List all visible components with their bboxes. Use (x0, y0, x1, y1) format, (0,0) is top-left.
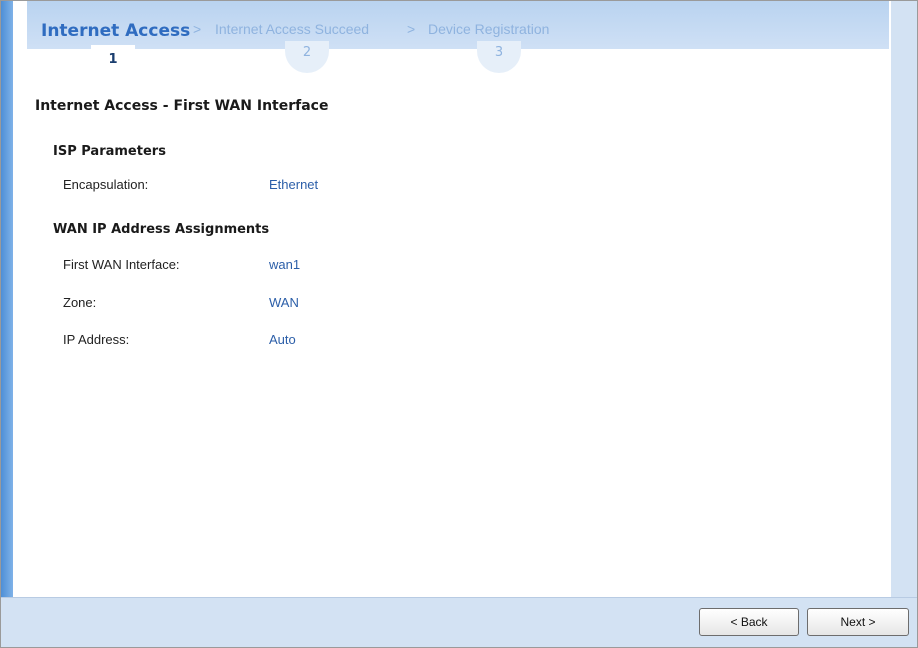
encapsulation-label: Encapsulation: (63, 177, 149, 192)
wizard-footer: < Back Next > (1, 597, 917, 647)
step-2-label: Internet Access Succeed (215, 21, 370, 37)
page-title: Internet Access - First WAN Interface (35, 98, 329, 114)
wizard-window: 1 2 3 Internet Access > Internet Access … (0, 0, 918, 648)
step-3-indicator: 3 (477, 41, 521, 73)
isp-parameters-heading: ISP Parameters (53, 144, 166, 159)
left-accent-bar (1, 1, 13, 597)
wan-ip-heading: WAN IP Address Assignments (53, 222, 270, 237)
step-1-label: Internet Access (41, 21, 191, 41)
back-button[interactable]: < Back (699, 608, 799, 636)
next-button[interactable]: Next > (807, 608, 909, 636)
first-wan-value: wan1 (269, 257, 301, 272)
step-2-indicator: 2 (285, 41, 329, 73)
step-1-indicator: 1 (91, 45, 135, 81)
step-separator-icon: > (407, 21, 416, 37)
ip-address-label: IP Address: (63, 332, 130, 347)
step-progress-header: 1 2 3 Internet Access > Internet Access … (27, 1, 889, 81)
zone-value: WAN (269, 295, 299, 310)
step-3-label: Device Registration (428, 21, 550, 37)
right-side-panel (891, 1, 917, 597)
encapsulation-value: Ethernet (269, 177, 319, 192)
zone-label: Zone: (63, 295, 97, 310)
first-wan-label: First WAN Interface: (63, 257, 180, 272)
ip-address-value: Auto (269, 332, 296, 347)
step-separator-icon: > (193, 21, 202, 37)
wizard-content: 1 2 3 Internet Access > Internet Access … (27, 1, 889, 597)
